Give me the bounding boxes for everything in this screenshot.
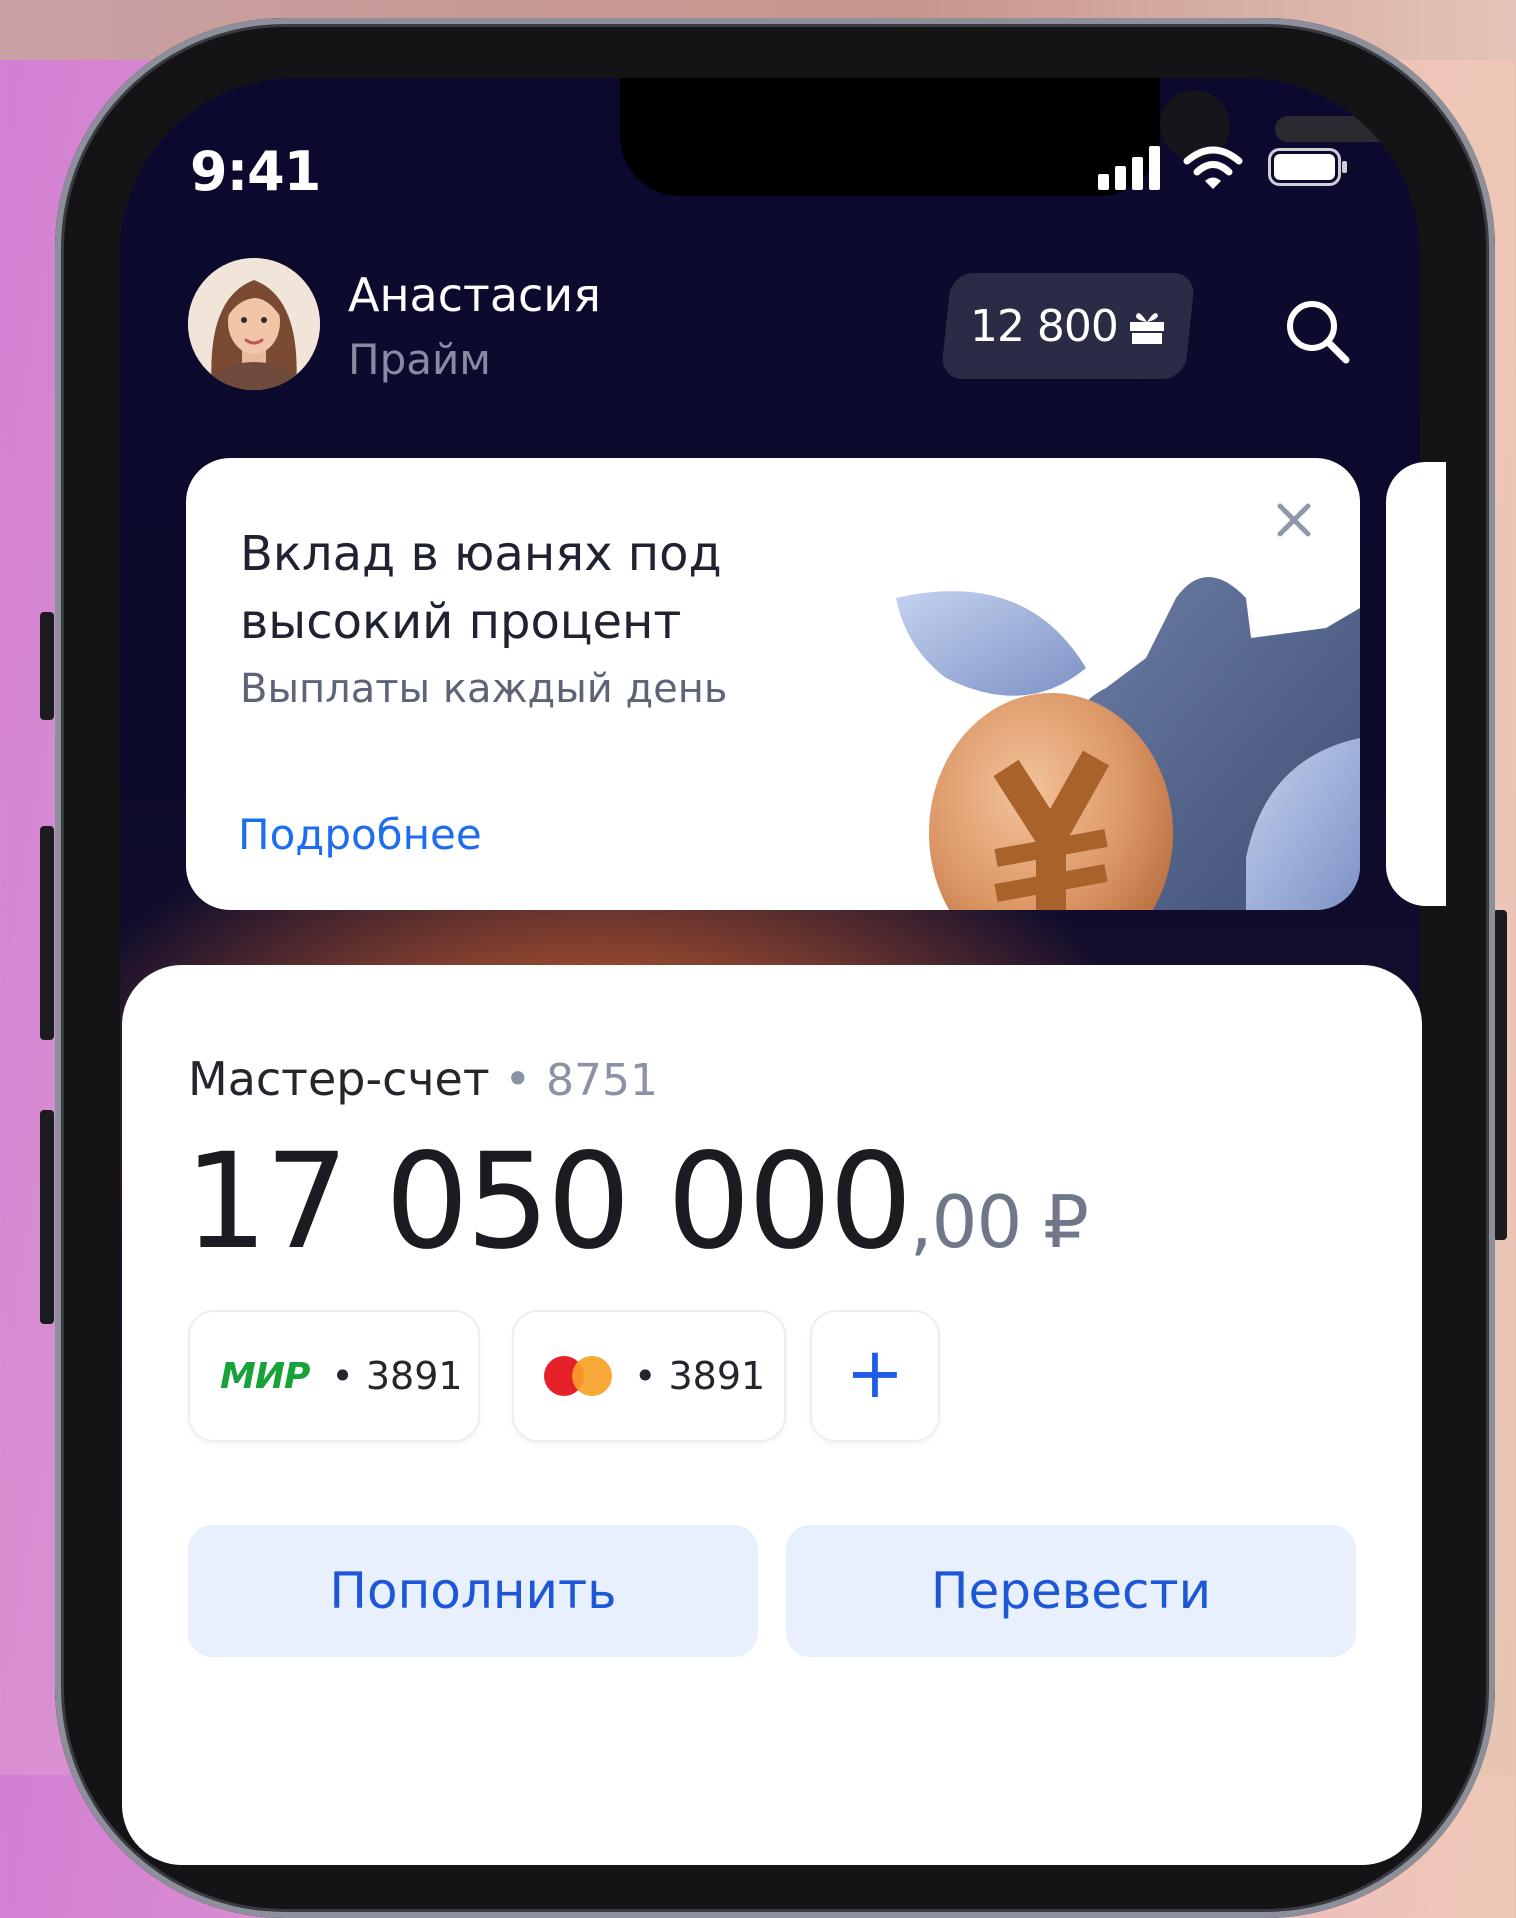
- user-name[interactable]: Анастасия: [348, 268, 601, 322]
- promo-banner[interactable]: Вклад в юанях под высокий процент Выплат…: [186, 458, 1360, 910]
- transfer-button[interactable]: Перевести: [786, 1525, 1356, 1657]
- search-icon[interactable]: [1282, 296, 1352, 366]
- close-icon[interactable]: [1270, 496, 1318, 544]
- promo-title: Вклад в юанях под высокий процент: [240, 526, 722, 650]
- speaker-grille: [1275, 116, 1420, 142]
- user-plan: Прайм: [348, 335, 491, 384]
- plus-icon: +: [845, 1332, 905, 1414]
- account-number: 8751: [546, 1055, 659, 1106]
- signal-icon: [1098, 146, 1160, 190]
- account-card[interactable]: Мастер-счет • 8751 17 050 000,00 ₽ МИР •…: [122, 965, 1422, 1865]
- volume-up-button: [40, 826, 54, 1040]
- balance-main: 17 050 000: [184, 1125, 913, 1279]
- yuan-coin-icon: [896, 577, 1360, 910]
- status-time: 9:41: [190, 140, 321, 203]
- account-title: Мастер-счет • 8751: [188, 1052, 658, 1106]
- mastercard-logo-icon: [544, 1356, 612, 1396]
- volume-down-button: [40, 1110, 54, 1324]
- card-mir[interactable]: МИР • 3891: [188, 1310, 480, 1442]
- wifi-icon: [1183, 146, 1243, 189]
- gift-icon: [1129, 313, 1164, 344]
- account-balance: 17 050 000,00 ₽: [184, 1125, 1089, 1279]
- card-number: • 3891: [331, 1354, 463, 1398]
- promo-more-link[interactable]: Подробнее: [238, 810, 482, 859]
- points-badge[interactable]: 12 800: [940, 273, 1196, 379]
- mir-logo-icon: МИР: [220, 1355, 310, 1397]
- balance-fraction: ,00 ₽: [909, 1180, 1089, 1264]
- avatar-image: [188, 258, 320, 390]
- silent-switch: [40, 612, 54, 720]
- power-button: [1493, 910, 1507, 1240]
- next-promo-card[interactable]: [1386, 462, 1446, 906]
- battery-icon: [1268, 148, 1347, 186]
- card-number: • 3891: [634, 1354, 766, 1398]
- avatar[interactable]: [188, 258, 320, 390]
- notch: [620, 78, 1420, 196]
- promo-subtitle: Выплаты каждый день: [240, 666, 728, 712]
- points-value: 12 800: [970, 300, 1118, 352]
- add-card-button[interactable]: +: [810, 1310, 940, 1442]
- card-mastercard[interactable]: • 3891: [512, 1310, 786, 1442]
- topup-button[interactable]: Пополнить: [188, 1525, 758, 1657]
- account-separator: •: [504, 1052, 532, 1106]
- account-name: Мастер-счет: [188, 1052, 490, 1106]
